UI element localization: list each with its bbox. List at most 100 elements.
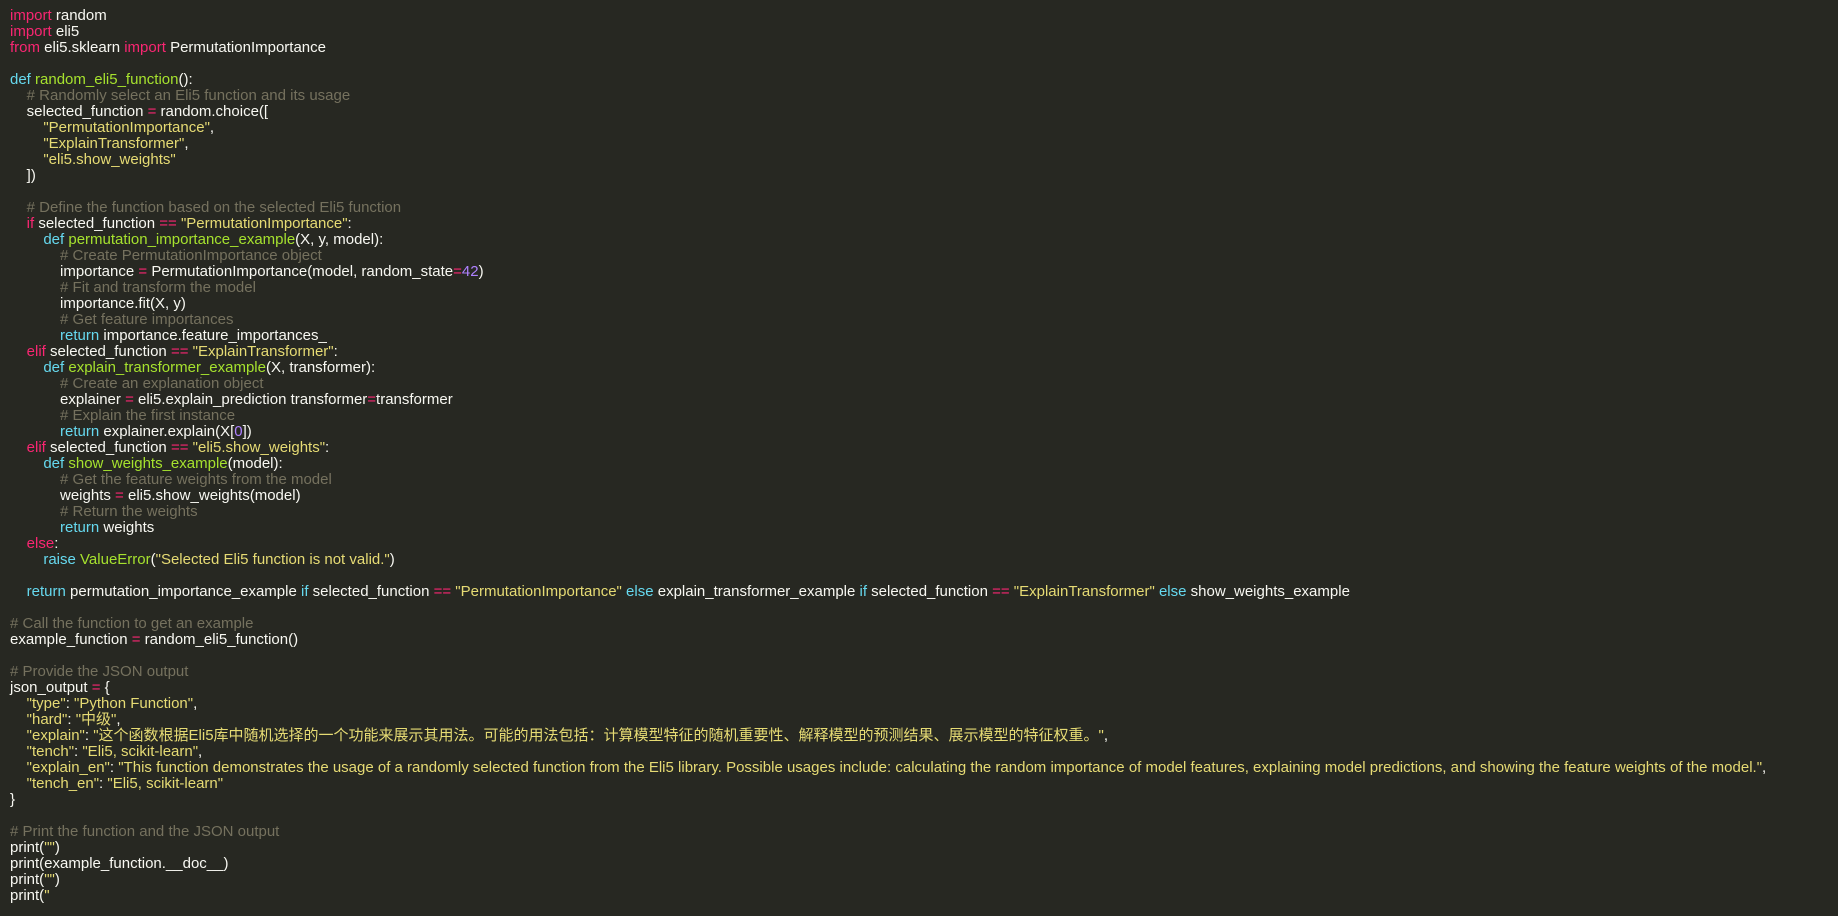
code-token: , <box>1103 727 1109 744</box>
code-token: ) <box>54 839 60 856</box>
code-token: # Print the function and the JSON output <box>10 823 280 840</box>
code-line: # Call the function to get an example <box>10 616 1838 632</box>
code-token: "这个函数根据Eli5库中随机选择的一个功能来展示其用法。可能的用法包括：计算模… <box>93 727 1104 744</box>
code-line: def random_eli5_function(): <box>10 72 1838 88</box>
code-token: "Eli5, scikit-learn" <box>82 743 199 760</box>
code-token: "ExplainTransformer" <box>192 343 334 360</box>
code-token: selected_function <box>867 583 993 600</box>
code-token: print(example_function.__doc__) <box>10 855 229 872</box>
code-token: eli5.sklearn <box>40 39 125 56</box>
code-token: weights <box>10 487 116 504</box>
code-line: return permutation_importance_example if… <box>10 584 1838 600</box>
code-line: return explainer.explain(X[0]) <box>10 424 1838 440</box>
code-token: # Return the weights <box>60 503 198 520</box>
code-token: "eli5.show_weights" <box>43 151 176 168</box>
code-line: example_function = random_eli5_function(… <box>10 632 1838 648</box>
code-token: "tench" <box>26 743 75 760</box>
code-line: import random <box>10 8 1838 24</box>
code-token: (): <box>178 71 193 88</box>
code-token: "ExplainTransformer" <box>43 135 185 152</box>
code-token: random_eli5_function() <box>140 631 299 648</box>
code-token: : <box>347 215 352 232</box>
code-token: def <box>43 359 65 376</box>
code-token: "PermutationImportance" <box>180 215 348 232</box>
code-line: return weights <box>10 520 1838 536</box>
code-token: print( <box>10 871 45 888</box>
code-line: "PermutationImportance", <box>10 120 1838 136</box>
code-token: : <box>325 439 330 456</box>
code-line: "eli5.show_weights" <box>10 152 1838 168</box>
code-token: # Fit and transform the model <box>60 279 256 296</box>
code-token: importance <box>10 263 139 280</box>
code-token: transformer <box>376 391 453 408</box>
code-line: "explain_en": "This function demonstrate… <box>10 760 1838 776</box>
code-token: "eli5.show_weights" <box>192 439 326 456</box>
code-line: # Return the weights <box>10 504 1838 520</box>
code-line: } <box>10 792 1838 808</box>
code-line: return importance.feature_importances_ <box>10 328 1838 344</box>
code-line: # Get feature importances <box>10 312 1838 328</box>
code-token: selected_function <box>34 215 160 232</box>
code-token: eli5.show_weights(model) <box>123 487 301 504</box>
code-token: json_output <box>10 679 92 696</box>
code-line: # Provide the JSON output <box>10 664 1838 680</box>
code-token: == <box>992 583 1010 600</box>
code-editor[interactable]: import random import eli5 from eli5.sklear… <box>0 0 1838 916</box>
code-token: importance.feature_importances_ <box>99 327 327 344</box>
code-token: "" <box>44 839 55 856</box>
code-line: if selected_function == "PermutationImpo… <box>10 216 1838 232</box>
code-line: raise ValueError("Selected Eli5 function… <box>10 552 1838 568</box>
code-token: = <box>115 487 124 504</box>
code-line: # Get the feature weights from the model <box>10 472 1838 488</box>
code-token: eli5.explain_prediction transformer <box>133 391 368 408</box>
code-token: return <box>26 583 66 600</box>
code-token: raise <box>43 551 76 568</box>
code-line: importance.fit(X, y) <box>10 296 1838 312</box>
code-token: else <box>626 583 654 600</box>
code-token: print( <box>10 839 45 856</box>
code-token: # Create an explanation object <box>60 375 264 392</box>
code-line: # Define the function based on the selec… <box>10 200 1838 216</box>
code-token: "Python Function" <box>74 695 194 712</box>
code-token: permutation_importance_example <box>68 231 296 248</box>
code-token: show_weights_example <box>68 455 228 472</box>
code-token: def <box>10 71 31 88</box>
code-token: = <box>138 263 148 280</box>
code-token: selected_function <box>10 103 148 120</box>
code-token: ) <box>478 263 484 280</box>
code-token: # Explain the first instance <box>60 407 236 424</box>
code-line: importance = PermutationImportance(model… <box>10 264 1838 280</box>
code-line: elif selected_function == "eli5.show_wei… <box>10 440 1838 456</box>
code-token: import <box>10 23 52 40</box>
code-token: return <box>60 327 100 344</box>
code-line: # Explain the first instance <box>10 408 1838 424</box>
code-line: explainer = eli5.explain_prediction tran… <box>10 392 1838 408</box>
code-line: json_output = { <box>10 680 1838 696</box>
code-token: "Eli5, scikit-learn" <box>107 775 224 792</box>
code-token: : <box>333 343 338 360</box>
code-token: " <box>44 887 50 904</box>
code-token: = <box>453 263 462 280</box>
code-token: show_weights_example <box>1186 583 1350 600</box>
code-token: "tench_en" <box>26 775 100 792</box>
code-line: "explain": "这个函数根据Eli5库中随机选择的一个功能来展示其用法。… <box>10 728 1838 744</box>
